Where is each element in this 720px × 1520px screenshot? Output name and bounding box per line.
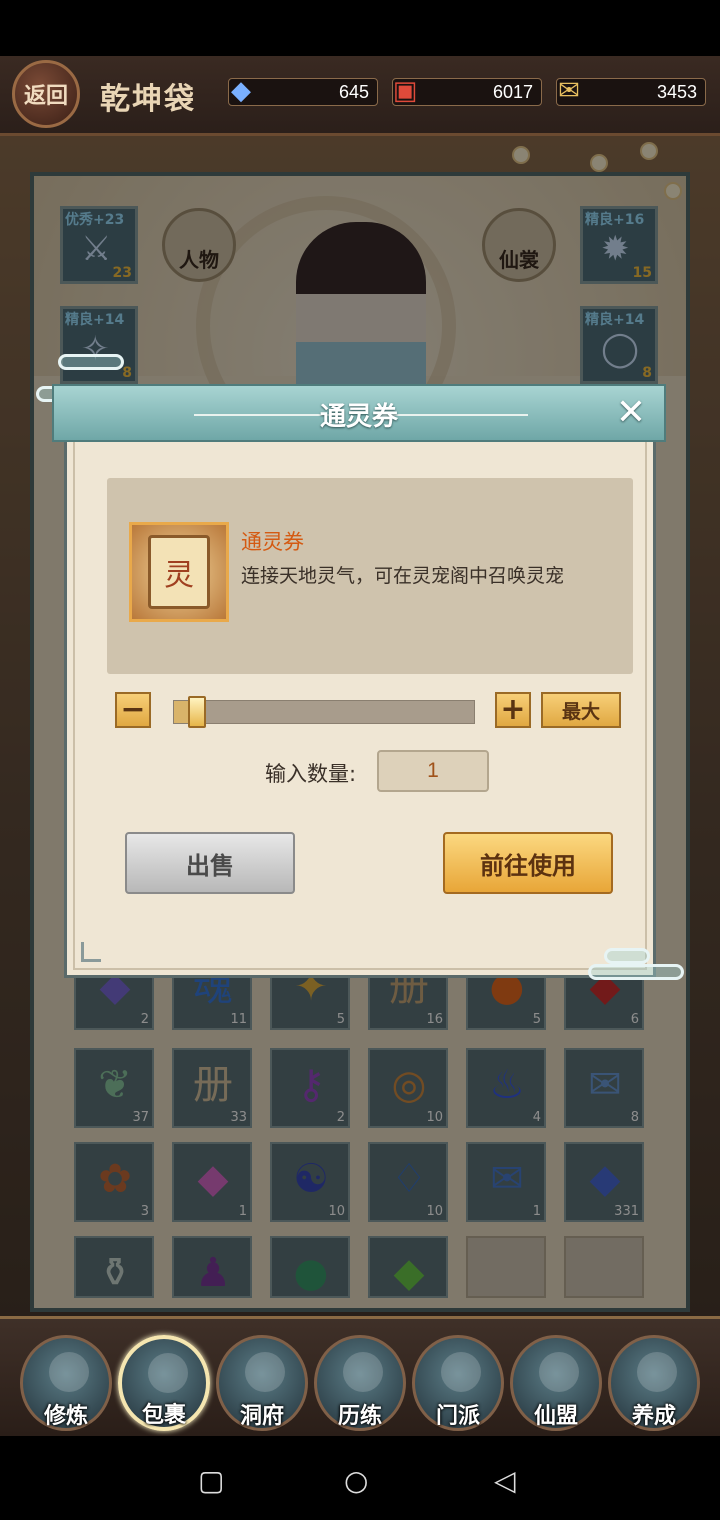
nav-label: 修炼 (43, 1403, 88, 1429)
increase-button[interactable]: + (495, 692, 531, 728)
status-bar (0, 0, 720, 56)
cave-icon (245, 1352, 285, 1392)
sect-icon (441, 1352, 481, 1392)
item-icon-glyph: 灵 (148, 535, 210, 609)
nav-label: 养成 (631, 1403, 676, 1429)
top-header: 返回 乾坤袋 ◆ 645 ▣ 6017 ✉ 3453 (0, 56, 720, 136)
dialog-title: 通灵券 (319, 402, 398, 432)
nurture-icon (637, 1352, 677, 1392)
nav-label: 包裹 (141, 1402, 186, 1428)
quantity-label: 输入数量: (265, 762, 357, 786)
cultivate-icon (49, 1352, 89, 1392)
item-scroll-icon: 灵 (129, 522, 229, 622)
nav-sect[interactable]: 门派 (412, 1335, 504, 1431)
currency-gift-value: 6017 (492, 82, 533, 102)
quantity-slider[interactable] (173, 696, 475, 728)
nav-cave[interactable]: 洞府 (216, 1335, 308, 1431)
nav-training[interactable]: 历练 (314, 1335, 406, 1431)
slider-handle[interactable] (188, 696, 206, 728)
alliance-icon (539, 1352, 579, 1392)
item-info-card: 灵 通灵券 连接天地灵气，可在灵宠阁中召唤灵宠 (107, 478, 633, 674)
dialog-title-bar: 通灵券 ✕ (52, 384, 666, 442)
sell-button[interactable]: 出售 (125, 832, 295, 894)
nav-label: 仙盟 (533, 1403, 578, 1429)
quantity-input[interactable] (377, 750, 489, 792)
system-nav-bar: ▢ ○ ◁ (0, 1436, 720, 1520)
nav-alliance[interactable]: 仙盟 (510, 1335, 602, 1431)
dialog-frame: 灵 通灵券 连接天地灵气，可在灵宠阁中召唤灵宠 − + 最大 输入数量: 出售 … (73, 442, 647, 970)
scroll-icon: ✉ (558, 76, 580, 106)
cloud-decoration (58, 354, 124, 370)
page-title: 乾坤袋 (100, 82, 196, 117)
gift-pack-icon: ▣ (392, 76, 418, 106)
close-button[interactable]: ✕ (616, 392, 646, 433)
item-dialog: 灵 通灵券 连接天地灵气，可在灵宠阁中召唤灵宠 − + 最大 输入数量: 出售 … (64, 442, 656, 978)
currency-crystal: ◆ 645 (228, 76, 378, 106)
nav-nurture[interactable]: 养成 (608, 1335, 700, 1431)
back-button[interactable]: 返回 (12, 60, 80, 128)
recent-apps-icon[interactable]: ▢ (198, 1464, 224, 1497)
cloud-decoration (588, 964, 684, 980)
home-icon[interactable]: ○ (344, 1464, 368, 1497)
currency-crystal-value: 645 (338, 82, 369, 102)
bottom-nav: 修炼 包裹 洞府 历练 门派 仙盟 养成 (0, 1316, 720, 1436)
nav-cultivate[interactable]: 修炼 (20, 1335, 112, 1431)
currency-scroll-value: 3453 (656, 82, 697, 102)
nav-label: 洞府 (239, 1403, 284, 1429)
currency-gift: ▣ 6017 (392, 76, 542, 106)
currency-scroll: ✉ 3453 (556, 76, 706, 106)
nav-bag[interactable]: 包裹 (118, 1335, 210, 1431)
frame-corner (81, 942, 101, 962)
nav-label: 历练 (337, 1403, 382, 1429)
training-icon (343, 1352, 383, 1392)
back-nav-icon[interactable]: ◁ (494, 1464, 516, 1497)
cloud-decoration (604, 948, 650, 964)
bag-icon (148, 1353, 188, 1393)
nav-label: 门派 (435, 1403, 480, 1429)
go-use-button[interactable]: 前往使用 (443, 832, 613, 894)
item-description: 连接天地灵气，可在灵宠阁中召唤灵宠 (241, 565, 565, 587)
item-name: 通灵券 (241, 530, 304, 554)
max-button[interactable]: 最大 (541, 692, 621, 728)
decrease-button[interactable]: − (115, 692, 151, 728)
crystal-icon: ◆ (231, 76, 251, 106)
